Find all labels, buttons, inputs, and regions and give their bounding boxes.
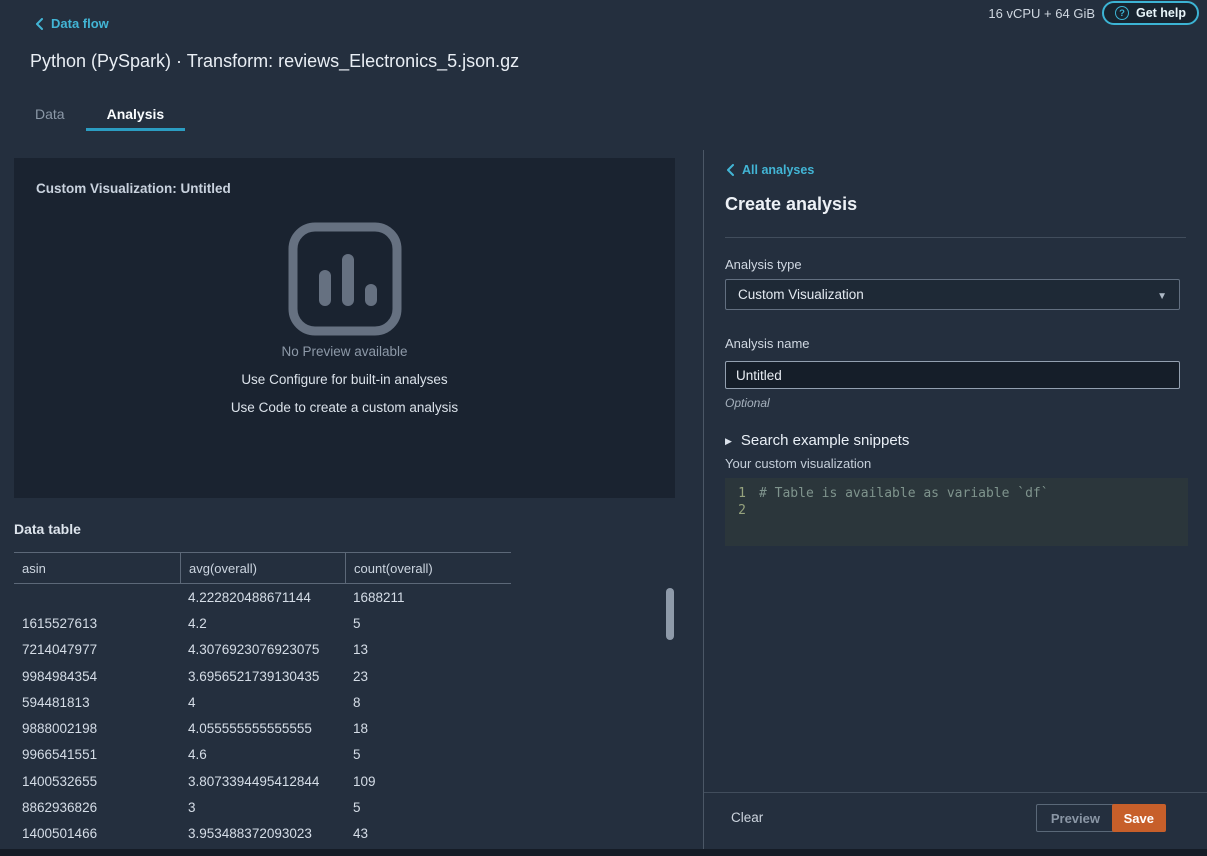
caret-down-icon [1157,287,1167,302]
bar-chart-placeholder-icon [286,220,404,338]
cell-avg-overall: 4.2 [180,616,345,631]
cell-asin: 1400501466 [14,826,180,841]
get-help-button[interactable]: Get help [1102,1,1199,25]
line-number: 1 [725,486,759,503]
custom-visualization-label: Your custom visualization [725,456,871,471]
vertical-scrollbar-thumb[interactable] [666,588,674,640]
optional-hint: Optional [725,396,770,410]
code-editor[interactable]: 1 # Table is available as variable `df` … [725,478,1188,546]
cell-avg-overall: 3 [180,800,345,815]
analysis-type-value: Custom Visualization [738,287,864,302]
cell-avg-overall: 4.055555555555555 [180,721,345,736]
tab-bar: Data Analysis [14,99,185,131]
caret-right-icon [725,431,732,449]
instance-resources-label: 16 vCPU + 64 GiB [988,6,1095,21]
get-help-label: Get help [1136,6,1186,20]
cell-avg-overall: 3.953488372093023 [180,826,345,841]
column-header-asin: asin [14,553,180,583]
analysis-type-label: Analysis type [725,257,802,272]
code-line: 1 # Table is available as variable `df` [725,486,1188,503]
chevron-left-icon [726,164,734,176]
create-analysis-panel: All analyses Create analysis Analysis ty… [703,150,1207,856]
app-window: Data flow 16 vCPU + 64 GiB Get help Pyth… [0,0,1207,856]
hint-configure-text: Use Configure for built-in analyses [241,372,447,387]
preview-card-title: Custom Visualization: Untitled [36,181,231,196]
chevron-left-icon [35,18,43,30]
data-table-title: Data table [14,521,81,537]
code-lines: 1 # Table is available as variable `df` … [725,486,1188,519]
cell-count-overall: 13 [345,642,511,657]
hint-code-text: Use Code to create a custom analysis [231,400,458,415]
panel-title: Create analysis [725,194,857,215]
cell-asin: 1400532655 [14,774,180,789]
preview-button[interactable]: Preview [1036,804,1115,832]
analysis-type-select[interactable]: Custom Visualization [725,279,1180,310]
cell-count-overall: 5 [345,747,511,762]
cell-avg-overall: 4.6 [180,747,345,762]
table-row: 1615527613 4.2 5 [14,610,511,636]
line-code: # Table is available as variable `df` [759,486,1049,503]
table-row: 594481813 4 8 [14,689,511,715]
table-row: 8862936826 3 5 [14,794,511,820]
cell-asin: 594481813 [14,695,180,710]
table-row: 7214047977 4.3076923076923075 13 [14,637,511,663]
snippets-toggle-label: Search example snippets [741,432,909,449]
table-row: 9984984354 3.6956521739130435 23 [14,663,511,689]
code-line: 2 [725,503,1188,520]
cell-count-overall: 8 [345,695,511,710]
cell-asin: 8862936826 [14,800,180,815]
visualization-preview-card: Custom Visualization: Untitled No Previe… [14,158,675,498]
clear-button[interactable]: Clear [731,810,763,825]
table-row: 1400501466 3.953488372093023 43 [14,821,511,847]
save-button[interactable]: Save [1112,804,1166,832]
cell-avg-overall: 4.222820488671144 [180,590,345,605]
cell-count-overall: 109 [345,774,511,789]
cell-count-overall: 18 [345,721,511,736]
preview-empty-state: No Preview available Use Configure for b… [14,220,675,415]
cell-asin: 1615527613 [14,616,180,631]
cell-avg-overall: 4.3076923076923075 [180,642,345,657]
search-example-snippets-toggle[interactable]: Search example snippets [725,431,909,449]
cell-asin: 9888002198 [14,721,180,736]
panel-divider [725,237,1186,238]
cell-count-overall: 5 [345,800,511,815]
cell-avg-overall: 3.8073394495412844 [180,774,345,789]
back-to-all-analyses-link[interactable]: All analyses [726,163,814,177]
cell-avg-overall: 3.6956521739130435 [180,669,345,684]
bottom-edge-strip [0,849,1207,856]
column-header-avg-overall: avg(overall) [180,553,345,583]
table-row: 4.222820488671144 1688211 [14,584,511,610]
back-to-data-flow-link[interactable]: Data flow [35,16,109,31]
data-table: asin avg(overall) count(overall) 4.22282… [14,552,511,847]
data-table-header: asin avg(overall) count(overall) [14,552,511,584]
table-row: 9966541551 4.6 5 [14,742,511,768]
tab-analysis[interactable]: Analysis [86,99,186,131]
analysis-name-input[interactable] [725,361,1180,389]
back-link-label: Data flow [51,16,109,31]
analysis-name-label: Analysis name [725,336,810,351]
table-row: 1400532655 3.8073394495412844 109 [14,768,511,794]
cell-count-overall: 23 [345,669,511,684]
cell-asin: 7214047977 [14,642,180,657]
cell-count-overall: 43 [345,826,511,841]
table-row: 9888002198 4.055555555555555 18 [14,715,511,741]
line-number: 2 [725,503,759,520]
tab-data[interactable]: Data [14,99,86,131]
cell-avg-overall: 4 [180,695,345,710]
page-title: Python (PySpark) · Transform: reviews_El… [30,51,519,72]
cell-count-overall: 5 [345,616,511,631]
all-analyses-label: All analyses [742,163,814,177]
cell-asin: 9984984354 [14,669,180,684]
no-preview-text: No Preview available [281,344,407,359]
column-header-count-overall: count(overall) [345,553,511,583]
footer-divider [704,792,1207,793]
cell-asin: 9966541551 [14,747,180,762]
data-table-body: 4.222820488671144 1688211 1615527613 4.2… [14,584,511,847]
cell-count-overall: 1688211 [345,590,511,605]
question-circle-icon [1115,6,1129,20]
